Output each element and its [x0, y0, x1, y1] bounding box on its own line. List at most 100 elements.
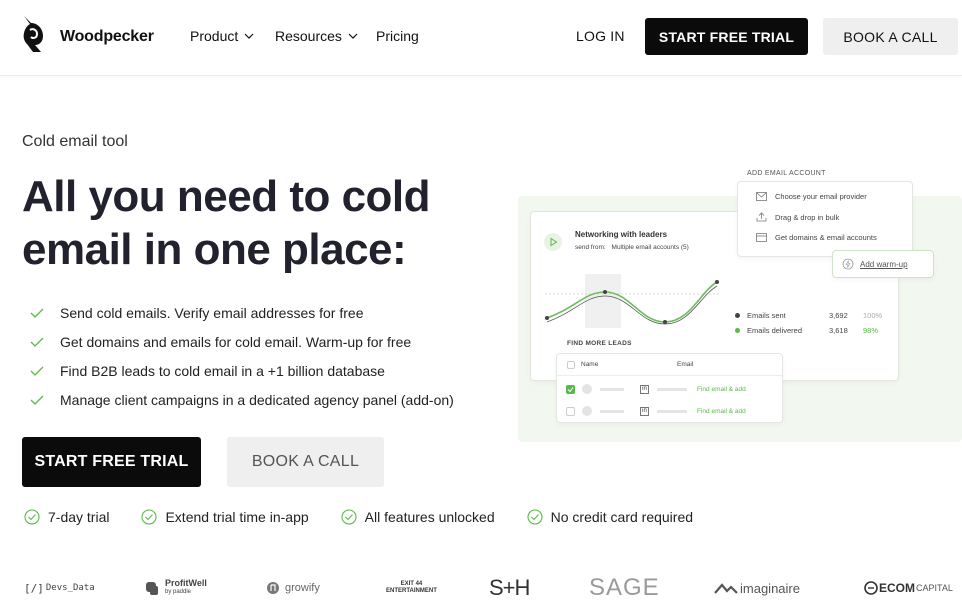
column-name-header: Name [581, 361, 599, 368]
exit44-logo: EXIT 44 ENTERTAINMENT [386, 570, 437, 606]
chevron-down-icon [244, 33, 254, 39]
feature-item: Manage client campaigns in a dedicated a… [30, 385, 454, 414]
nav-resources-label: Resources [275, 28, 342, 44]
nav-pricing-label: Pricing [376, 28, 419, 44]
hero-eyebrow: Cold email tool [22, 133, 128, 150]
check-icon [30, 337, 44, 347]
add-account-title: ADD EMAIL ACCOUNT [747, 170, 826, 177]
stat-label: Emails sent [747, 311, 786, 320]
login-link[interactable]: LOG IN [576, 28, 625, 44]
email-placeholder [657, 387, 687, 391]
check-circle-icon [341, 509, 357, 525]
add-warmup-label: Add warm-up [860, 259, 908, 269]
feature-list: Send cold emails. Verify email addresses… [30, 298, 454, 414]
delivery-chart [545, 280, 721, 325]
warmup-icon [842, 258, 854, 270]
feature-text: Send cold emails. Verify email addresses… [60, 304, 364, 321]
brand-name[interactable]: Woodpecker [60, 28, 154, 46]
sage-logo: SAGE [589, 574, 660, 601]
row-checkbox[interactable] [566, 406, 575, 416]
growify-mark-icon [267, 582, 279, 594]
nav-pricing[interactable]: Pricing [376, 28, 419, 44]
linkedin-icon[interactable]: in [640, 406, 649, 416]
add-warmup-button[interactable]: Add warm-up [832, 250, 934, 278]
profitwell-subtext: by paddle [165, 589, 192, 595]
avatar [582, 406, 592, 416]
ecom-text: ECOM [879, 581, 915, 595]
stat-row: Emails sent 3,692 100% [735, 308, 890, 323]
series-dot-icon [735, 328, 740, 333]
perk-text: All features unlocked [364, 509, 495, 525]
find-email-link[interactable]: Find email & add [697, 386, 746, 393]
send-from-label: send from: [575, 244, 606, 251]
find-email-link[interactable]: Find email & add [697, 408, 746, 415]
leads-table: Name Email in Find email & add in Find e… [556, 353, 783, 423]
stats-table: Emails sent 3,692 100% Emails delivered … [735, 308, 890, 338]
avatar [582, 384, 592, 394]
check-icon [567, 386, 574, 392]
leads-row: in Find email & add [557, 400, 782, 422]
play-icon [544, 233, 562, 251]
option-label: Drag & drop in bulk [775, 212, 840, 222]
stat-row: Emails delivered 3,618 98% [735, 323, 890, 338]
linkedin-icon[interactable]: in [640, 384, 649, 394]
add-account-option[interactable]: Drag & drop in bulk [756, 212, 839, 222]
check-circle-icon [24, 509, 40, 525]
perk-item: Extend trial time in-app [141, 509, 309, 525]
header-book-call-button[interactable]: BOOK A CALL [823, 18, 958, 55]
check-circle-icon [141, 509, 158, 525]
nav-resources[interactable]: Resources [275, 28, 358, 44]
name-placeholder [600, 387, 624, 391]
growify-text: growify [285, 582, 320, 594]
profitwell-logo: ProfitWell by paddle [145, 570, 207, 606]
ecom-mark-icon [864, 581, 878, 595]
chevron-down-icon [348, 33, 358, 39]
perk-item: No credit card required [527, 509, 693, 525]
perk-item: All features unlocked [341, 509, 495, 525]
option-label: Get domains & email accounts [775, 233, 877, 242]
imaginaire-text: imaginaire [740, 580, 800, 596]
check-circle-icon [527, 509, 543, 525]
column-email-header: Email [677, 361, 694, 368]
leads-row: in Find email & add [557, 378, 782, 400]
feature-item: Get domains and emails for cold email. W… [30, 327, 454, 356]
hero-start-trial-button[interactable]: START FREE TRIAL [22, 437, 201, 487]
mail-icon [756, 192, 767, 201]
leads-table-header: Name Email [557, 354, 782, 376]
devsdata-text: Devs_Data [45, 583, 95, 593]
add-account-option[interactable]: Get domains & email accounts [756, 233, 877, 242]
perk-text: 7-day trial [48, 509, 110, 525]
header-start-trial-button[interactable]: START FREE TRIAL [645, 18, 808, 55]
nav-product-label: Product [190, 28, 239, 44]
growify-logo: growify [266, 570, 320, 606]
option-label: Choose your email provider [775, 192, 867, 201]
series-dot-icon [735, 313, 740, 318]
select-all-checkbox[interactable] [567, 360, 575, 369]
email-placeholder [657, 409, 687, 413]
imaginaire-logo: imaginaire [714, 570, 800, 606]
browser-icon [756, 233, 767, 242]
name-placeholder [600, 409, 624, 413]
perk-text: No credit card required [550, 509, 694, 525]
woodpecker-logo-icon[interactable] [21, 14, 47, 54]
send-from-row: send from: Multiple email accounts (5) [575, 244, 689, 251]
capital-text: CAPITAL [916, 583, 953, 593]
campaign-title: Networking with leaders [575, 230, 668, 239]
exit44-text: EXIT 44 [400, 581, 423, 587]
ecomcapital-logo: ECOM CAPITAL [864, 570, 953, 606]
row-checkbox[interactable] [566, 384, 575, 394]
feature-text: Manage client campaigns in a dedicated a… [60, 391, 454, 408]
add-account-option[interactable]: Choose your email provider [756, 192, 867, 201]
feature-item: Find B2B leads to cold email in a +1 bil… [30, 356, 454, 385]
feature-item: Send cold emails. Verify email addresses… [30, 298, 454, 327]
hero-book-call-button[interactable]: BOOK A CALL [227, 437, 384, 487]
nav-product[interactable]: Product [190, 28, 254, 44]
feature-text: Get domains and emails for cold email. W… [60, 333, 412, 350]
profitwell-mark-icon [146, 581, 158, 595]
exit44-subtext: ENTERTAINMENT [386, 588, 437, 594]
stat-label: Emails delivered [747, 326, 803, 335]
hero-headline: All you need to cold email in one place: [22, 172, 431, 274]
find-leads-title: FIND MORE LEADS [567, 340, 632, 347]
check-icon [30, 366, 44, 376]
check-icon [30, 308, 44, 318]
